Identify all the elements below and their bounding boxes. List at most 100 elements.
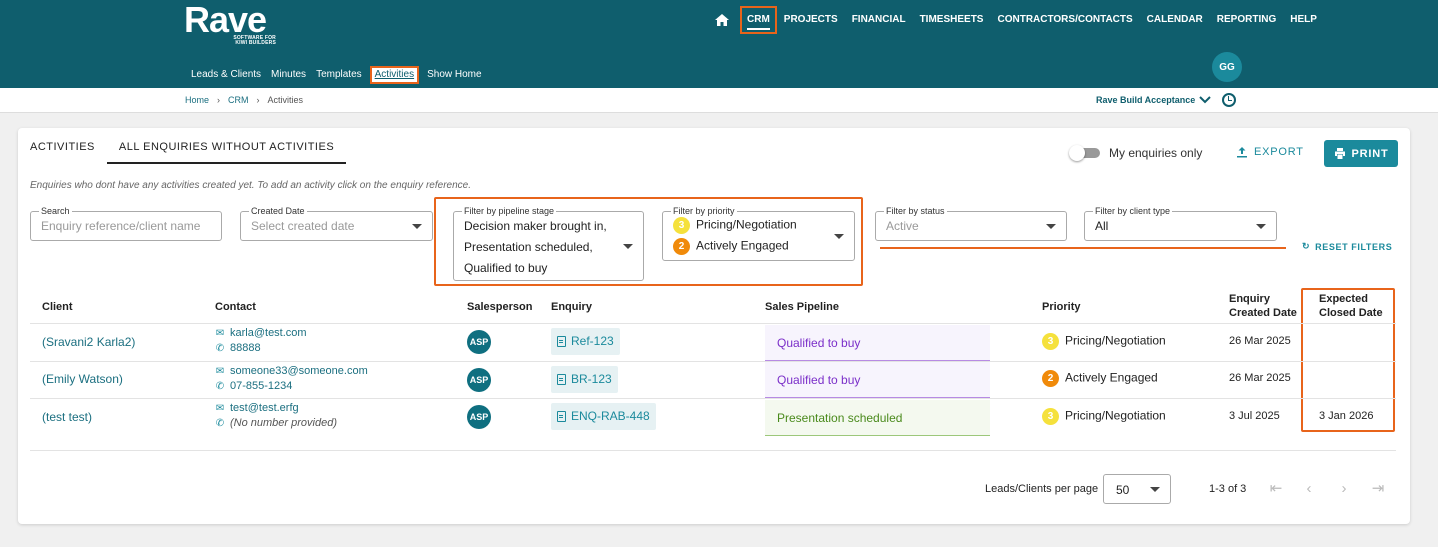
- pipeline-value-2: Presentation scheduled,: [464, 240, 593, 254]
- print-button[interactable]: PRINT: [1324, 140, 1398, 167]
- caret-down-icon: [1150, 487, 1160, 492]
- subnav-minutes[interactable]: Minutes: [266, 66, 311, 84]
- export-button[interactable]: EXPORT: [1236, 146, 1304, 158]
- priority-text: Pricing/Negotiation: [1065, 333, 1166, 348]
- search-input[interactable]: Search Enquiry reference/client name: [30, 206, 222, 241]
- filter-highlight-underline: [880, 247, 1286, 249]
- printer-icon: [1334, 148, 1345, 159]
- priority-text: Actively Engaged: [1065, 370, 1158, 385]
- toggle-knob: [1069, 145, 1085, 161]
- next-page-icon[interactable]: ›: [1336, 479, 1352, 499]
- caret-down-icon: [834, 234, 844, 239]
- created-date: 3 Jul 2025: [1229, 410, 1280, 422]
- reset-filters-button[interactable]: ↻ RESET FILTERS: [1302, 241, 1392, 252]
- breadcrumb-home[interactable]: Home: [185, 95, 209, 105]
- col-created-date[interactable]: Enquiry Created Date: [1229, 292, 1297, 320]
- nav-financial[interactable]: FINANCIAL: [845, 0, 913, 40]
- contact-email[interactable]: ✉ karla@test.com: [215, 326, 307, 341]
- company-selector[interactable]: Rave Build Acceptance: [1096, 95, 1211, 105]
- col-priority[interactable]: Priority: [1042, 300, 1081, 314]
- col-contact[interactable]: Contact: [215, 300, 256, 314]
- priority-cell: 3 Pricing/Negotiation: [1042, 408, 1166, 425]
- nav-help[interactable]: HELP: [1283, 0, 1324, 40]
- pipeline-stage-badge: Presentation scheduled: [765, 400, 990, 436]
- contact-phone[interactable]: ✆ 07-855-1234: [215, 379, 368, 394]
- rave-logo[interactable]: Rave SOFTWARE FOR KIWI BUILDERS: [184, 2, 276, 46]
- col-enquiry[interactable]: Enquiry: [551, 300, 592, 314]
- pipeline-label: Filter by pipeline stage: [462, 206, 557, 216]
- pipeline-stage-badge: Qualified to buy: [765, 362, 990, 398]
- breadcrumb-crm[interactable]: CRM: [228, 95, 249, 105]
- per-page-select[interactable]: 50: [1103, 474, 1171, 504]
- priority-select[interactable]: Filter by priority 3 Pricing/Negotiation …: [662, 206, 855, 261]
- breadcrumb-current: Activities: [267, 95, 304, 105]
- tab-enquiries-without-activities[interactable]: ALL ENQUIRIES WITHOUT ACTIVITIES: [106, 140, 347, 164]
- salesperson-avatar: ASP: [467, 368, 491, 392]
- col-created-line2: Created Date: [1229, 307, 1297, 319]
- col-client[interactable]: Client: [42, 300, 73, 314]
- enquiry-reference-link[interactable]: ENQ-RAB-448: [551, 403, 656, 430]
- nav-contractors[interactable]: CONTRACTORS/CONTACTS: [990, 0, 1139, 40]
- priority-cell: 2 Actively Engaged: [1042, 370, 1158, 387]
- priority-text: Pricing/Negotiation: [1065, 408, 1166, 423]
- nav-calendar[interactable]: CALENDAR: [1140, 0, 1210, 40]
- email-icon: ✉: [215, 366, 225, 377]
- sub-nav: Leads & Clients Minutes Templates Activi…: [186, 66, 487, 84]
- email-icon: ✉: [215, 403, 225, 414]
- subnav-activities[interactable]: Activities: [369, 66, 420, 84]
- col-salesperson[interactable]: Salesperson: [467, 300, 532, 314]
- contact-email[interactable]: ✉ someone33@someone.com: [215, 364, 368, 379]
- subnav-templates[interactable]: Templates: [311, 66, 367, 84]
- enquiries-card: ACTIVITIES ALL ENQUIRIES WITHOUT ACTIVIT…: [18, 128, 1410, 524]
- top-nav: CRM PROJECTS FINANCIAL TIMESHEETS CONTRA…: [714, 0, 1324, 40]
- reset-filters-label: RESET FILTERS: [1315, 241, 1393, 252]
- enquiry-ref: BR-123: [571, 372, 612, 386]
- nav-crm[interactable]: CRM: [740, 6, 777, 34]
- subnav-show-home[interactable]: Show Home: [422, 66, 486, 84]
- enquiry-ref: Ref-123: [571, 334, 614, 348]
- prev-page-icon[interactable]: ‹: [1301, 479, 1317, 499]
- created-date-label: Created Date: [249, 206, 307, 216]
- document-icon: [557, 411, 566, 422]
- my-enquiries-toggle[interactable]: My enquiries only: [1069, 145, 1203, 161]
- contact-phone[interactable]: ✆ 88888: [215, 341, 307, 356]
- user-avatar[interactable]: GG: [1212, 52, 1242, 82]
- tab-activities[interactable]: ACTIVITIES: [30, 140, 107, 164]
- document-icon: [557, 374, 566, 385]
- contact-email[interactable]: ✉ test@test.erfg: [215, 401, 337, 416]
- phone-text: 07-855-1234: [230, 380, 293, 392]
- first-page-icon[interactable]: ⇤: [1268, 479, 1284, 499]
- phone-icon: ✆: [215, 343, 225, 354]
- created-date-select[interactable]: Created Date Select created date: [240, 206, 433, 241]
- priority-badge: 3: [673, 217, 690, 234]
- status-select[interactable]: Filter by status Active: [875, 206, 1067, 241]
- pipeline-value-3: Qualified to buy: [464, 261, 548, 275]
- row-divider: [30, 361, 1396, 362]
- client-link[interactable]: (Sravani2 Karla2): [42, 335, 135, 349]
- phone-icon: ✆: [215, 381, 225, 392]
- toggle-switch[interactable]: [1069, 145, 1100, 161]
- nav-reporting[interactable]: REPORTING: [1210, 0, 1283, 40]
- client-type-select[interactable]: Filter by client type All: [1084, 206, 1277, 241]
- enquiry-reference-link[interactable]: BR-123: [551, 366, 618, 393]
- priority-label: Filter by priority: [671, 206, 737, 216]
- breadcrumb: Home › CRM › Activities: [185, 95, 303, 105]
- tab-bar: ACTIVITIES ALL ENQUIRIES WITHOUT ACTIVIT…: [30, 140, 347, 164]
- expected-closed-date: 3 Jan 2026: [1319, 410, 1374, 422]
- client-link[interactable]: (test test): [42, 410, 92, 424]
- subnav-leads-clients[interactable]: Leads & Clients: [186, 66, 266, 84]
- nav-projects[interactable]: PROJECTS: [777, 0, 845, 40]
- home-icon[interactable]: [714, 12, 730, 28]
- nav-timesheets[interactable]: TIMESHEETS: [913, 0, 991, 40]
- header-divider: [30, 323, 1396, 324]
- row-divider: [30, 450, 1396, 451]
- toggle-label: My enquiries only: [1109, 146, 1203, 160]
- pipeline-stage-select[interactable]: Filter by pipeline stage Decision maker …: [453, 206, 644, 281]
- last-page-icon[interactable]: ⇥: [1370, 479, 1386, 499]
- status-placeholder: Active: [886, 219, 919, 233]
- contact-cell: ✉ test@test.erfg ✆ (No number provided): [215, 401, 337, 431]
- col-sales-pipeline[interactable]: Sales Pipeline: [765, 300, 839, 314]
- client-link[interactable]: (Emily Watson): [42, 372, 123, 386]
- enquiry-reference-link[interactable]: Ref-123: [551, 328, 620, 355]
- history-clock-icon[interactable]: [1222, 93, 1236, 107]
